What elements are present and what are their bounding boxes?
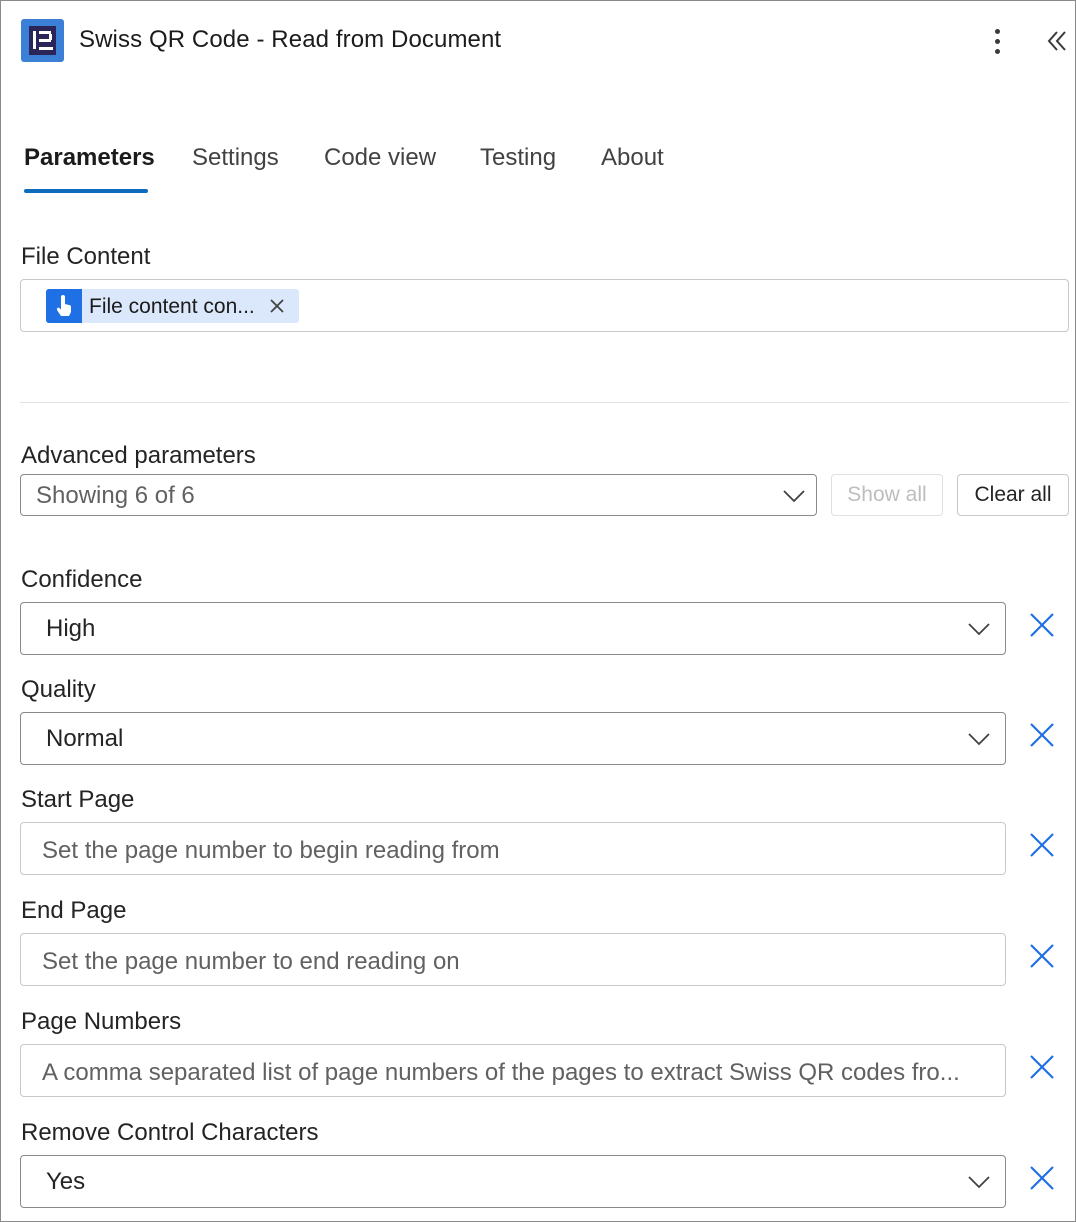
start-page-input[interactable]: Set the page number to begin reading fro… (20, 822, 1006, 875)
tab-settings[interactable]: Settings (192, 144, 279, 172)
remove-page-numbers-icon[interactable] (1027, 1052, 1057, 1082)
page-numbers-input[interactable]: A comma separated list of page numbers o… (20, 1044, 1006, 1097)
file-content-token-label: File content con... (89, 295, 255, 318)
remove-confidence-icon[interactable] (1027, 610, 1057, 640)
chevron-down-icon (968, 1176, 990, 1189)
remove-control-characters-dropdown[interactable]: Yes (20, 1155, 1006, 1208)
page-numbers-label: Page Numbers (21, 1008, 182, 1035)
double-chevron-left-icon[interactable] (1043, 26, 1073, 56)
advanced-parameters-label: Advanced parameters (21, 442, 256, 469)
quality-dropdown[interactable]: Normal (20, 712, 1006, 765)
remove-control-characters-label: Remove Control Characters (21, 1119, 319, 1146)
page-title: Swiss QR Code - Read from Document (79, 26, 502, 53)
quality-label: Quality (21, 676, 96, 703)
confidence-value: High (46, 615, 96, 642)
page-numbers-placeholder: A comma separated list of page numbers o… (42, 1059, 960, 1086)
tab-testing[interactable]: Testing (480, 144, 556, 172)
hand-pointer-icon (46, 289, 82, 323)
show-all-button[interactable]: Show all (831, 474, 943, 516)
remove-end-page-icon[interactable] (1027, 941, 1057, 971)
advanced-parameters-value: Showing 6 of 6 (36, 482, 195, 509)
file-content-token[interactable]: File content con... (46, 289, 299, 323)
quality-value: Normal (46, 725, 124, 752)
end-page-placeholder: Set the page number to end reading on (42, 948, 460, 975)
remove-token-icon[interactable] (267, 296, 287, 316)
confidence-label: Confidence (21, 566, 143, 593)
tab-code-view[interactable]: Code view (324, 144, 436, 172)
end-page-input[interactable]: Set the page number to end reading on (20, 933, 1006, 986)
advanced-parameters-dropdown[interactable]: Showing 6 of 6 (20, 474, 817, 516)
chevron-down-icon (968, 733, 990, 746)
chevron-down-icon (968, 623, 990, 636)
start-page-label: Start Page (21, 786, 135, 813)
panel-header: Swiss QR Code - Read from Document (0, 0, 1076, 82)
file-content-label: File Content (21, 243, 151, 270)
confidence-dropdown[interactable]: High (20, 602, 1006, 655)
start-page-placeholder: Set the page number to begin reading fro… (42, 837, 500, 864)
tab-about[interactable]: About (601, 144, 664, 172)
more-vertical-icon[interactable] (984, 24, 1010, 58)
tab-parameters[interactable]: Parameters (24, 144, 155, 172)
remove-control-characters-icon[interactable] (1027, 1163, 1057, 1193)
remove-quality-icon[interactable] (1027, 720, 1057, 750)
section-divider (20, 402, 1069, 403)
chevron-down-icon (783, 490, 805, 503)
end-page-label: End Page (21, 897, 127, 924)
file-content-field[interactable]: File content con... (20, 279, 1069, 332)
remove-control-characters-value: Yes (46, 1168, 86, 1195)
remove-start-page-icon[interactable] (1027, 830, 1057, 860)
plugin-logo-icon (21, 19, 64, 62)
active-tab-indicator (24, 189, 148, 193)
clear-all-button[interactable]: Clear all (957, 474, 1069, 516)
